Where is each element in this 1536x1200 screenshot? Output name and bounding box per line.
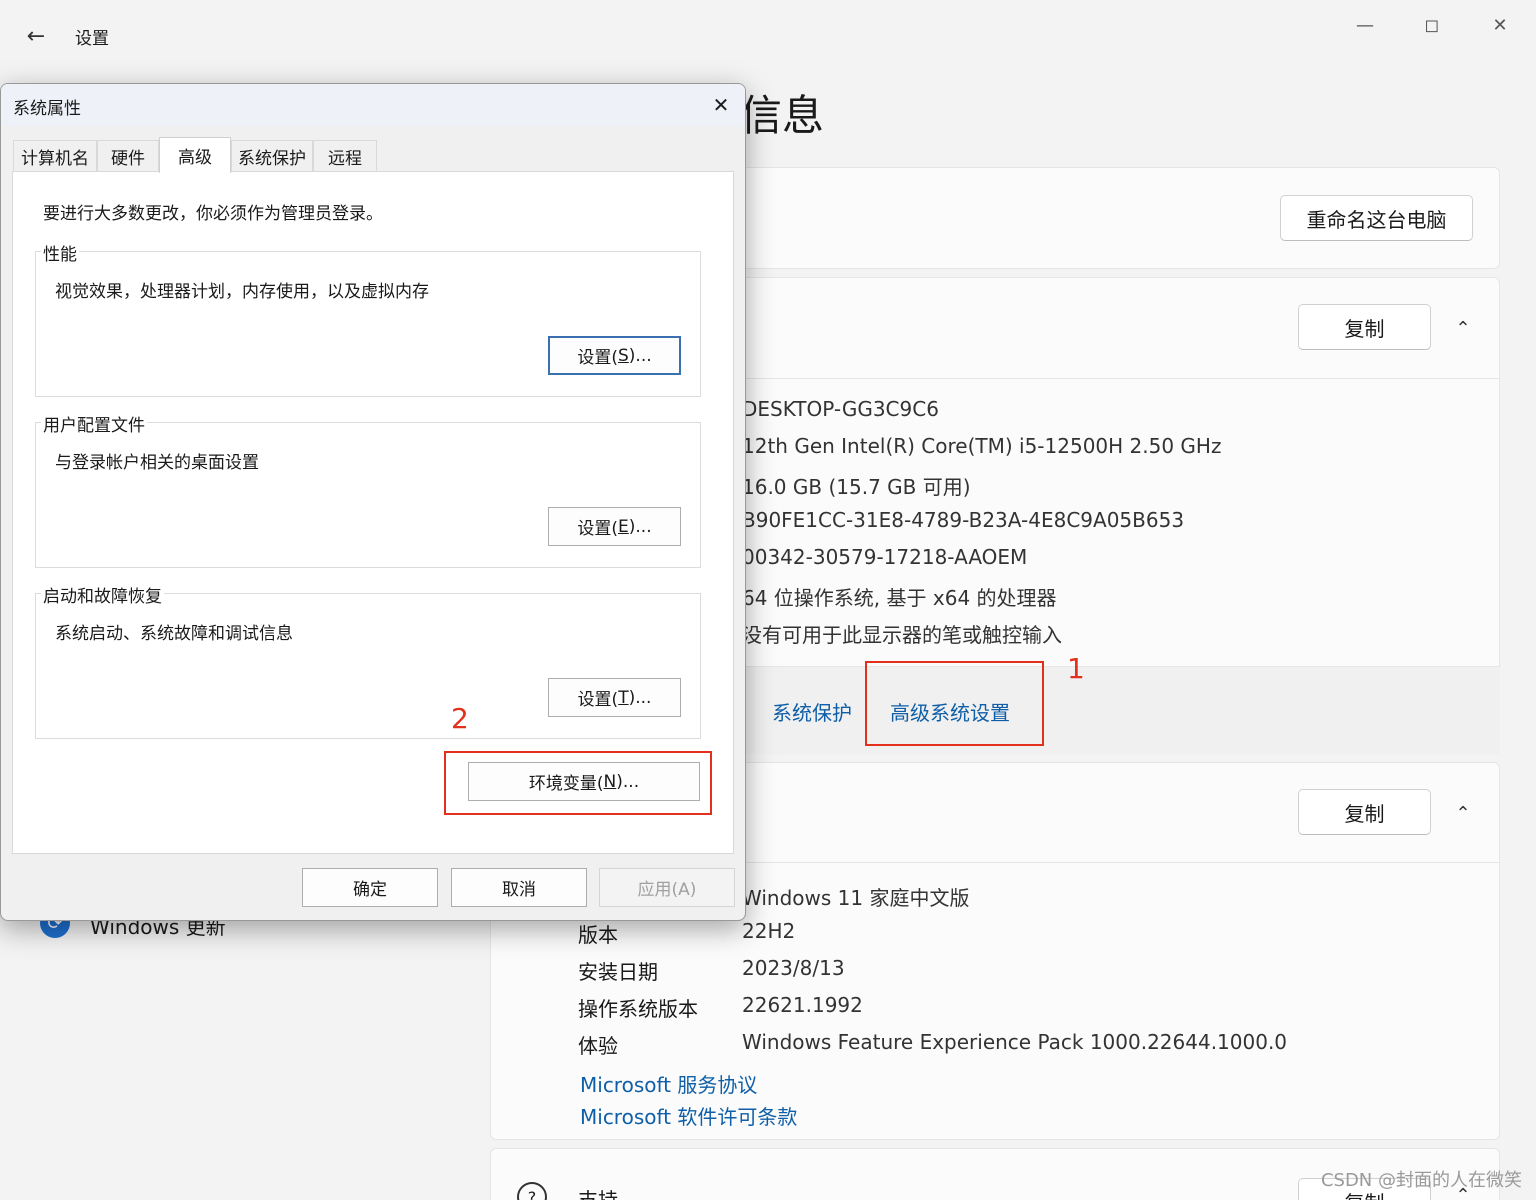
install-date-label: 安装日期 (578, 960, 658, 984)
version-value: 22H2 (742, 919, 796, 943)
version-label: 版本 (578, 923, 618, 947)
device-name-value: DESKTOP-GG3C9C6 (742, 397, 939, 421)
button-label-pre: 设置( (577, 519, 619, 539)
divider (700, 378, 1500, 379)
window-title: 设置 (75, 29, 109, 49)
button-accesskey: S (618, 345, 629, 366)
edition-value: Windows 11 家庭中文版 (742, 886, 970, 910)
admin-note: 要进行大多数更改，你必须作为管理员登录。 (43, 204, 383, 224)
button-label-post: )... (628, 687, 652, 708)
os-build-value: 22621.1992 (742, 993, 863, 1017)
button-label-post: )... (628, 345, 652, 366)
ram-value: 16.0 GB (15.7 GB 可用) (742, 475, 971, 499)
annotation-number-2: 2 (451, 702, 469, 735)
performance-group (35, 251, 701, 397)
maximize-icon[interactable]: ◻ (1417, 10, 1447, 40)
minimize-icon[interactable]: — (1350, 10, 1380, 40)
dialog-close-icon[interactable]: ✕ (707, 91, 735, 119)
cancel-button[interactable]: 取消 (451, 868, 587, 907)
install-date-value: 2023/8/13 (742, 956, 845, 980)
tab-advanced[interactable]: 高级 (159, 137, 231, 173)
startup-recovery-group (35, 593, 701, 739)
button-label-pre: 环境变量( (528, 774, 604, 794)
user-profiles-desc: 与登录帐户相关的桌面设置 (55, 453, 259, 473)
product-id-value: 00342-30579-17218-AAOEM (742, 545, 1028, 569)
tab-hardware[interactable]: 硬件 (97, 140, 159, 172)
watermark: CSDN @封面的人在微笑 (1320, 1170, 1522, 1191)
dialog-title: 系统属性 (13, 99, 81, 119)
annotation-box-1 (865, 661, 1044, 746)
button-accesskey: T (618, 687, 629, 708)
ok-button[interactable]: 确定 (302, 868, 438, 907)
system-protection-link[interactable]: 系统保护 (772, 697, 852, 726)
system-type-value: 64 位操作系统, 基于 x64 的处理器 (742, 586, 1057, 610)
button-accesskey: E (618, 516, 629, 537)
user-profiles-settings-button[interactable]: 设置(E)... (548, 507, 681, 546)
startup-recovery-group-title: 启动和故障恢复 (41, 582, 164, 607)
support-label: 支持 (578, 1188, 618, 1200)
ms-license-terms-link[interactable]: Microsoft 软件许可条款 (580, 1101, 797, 1130)
experience-label: 体验 (578, 1034, 618, 1058)
copy-device-button[interactable]: 复制 (1298, 304, 1431, 350)
button-label-pre: 设置( (577, 690, 619, 710)
tab-computer-name[interactable]: 计算机名 (13, 140, 97, 172)
chevron-up-icon[interactable]: ⌃ (1448, 798, 1478, 828)
button-label-post: )... (628, 516, 652, 537)
chevron-up-icon[interactable]: ⌃ (1448, 313, 1478, 343)
performance-settings-button[interactable]: 设置(S)... (548, 336, 681, 375)
experience-value: Windows Feature Experience Pack 1000.226… (742, 1030, 1288, 1054)
dialog-titlebar (1, 84, 745, 126)
user-profiles-group (35, 422, 701, 568)
button-accesskey: N (603, 771, 617, 792)
processor-value: 12th Gen Intel(R) Core(TM) i5-12500H 2.5… (742, 434, 1222, 458)
tab-system-protection[interactable]: 系统保护 (231, 140, 313, 172)
back-arrow-icon[interactable]: ← (22, 22, 50, 50)
rename-pc-button[interactable]: 重命名这台电脑 (1280, 195, 1473, 241)
button-label-post: )... (616, 771, 640, 792)
page-title: 信息 (740, 91, 825, 140)
performance-group-title: 性能 (41, 240, 79, 265)
button-label-pre: 设置( (577, 348, 618, 368)
user-profiles-group-title: 用户配置文件 (41, 411, 147, 436)
close-icon[interactable]: ✕ (1485, 10, 1515, 40)
os-build-label: 操作系统版本 (578, 997, 698, 1021)
startup-recovery-settings-button[interactable]: 设置(T)... (548, 678, 681, 717)
pen-touch-value: 没有可用于此显示器的笔或触控输入 (742, 623, 1062, 647)
startup-recovery-desc: 系统启动、系统故障和调试信息 (55, 624, 293, 644)
system-properties-dialog: 系统属性 ✕ 计算机名 硬件 高级 系统保护 远程 要进行大多数更改，你必须作为… (0, 83, 746, 921)
environment-variables-button[interactable]: 环境变量(N)... (468, 762, 700, 801)
device-id-value: B90FE1CC-31E8-4789-B23A-4E8C9A05B653 (742, 508, 1185, 532)
annotation-number-1: 1 (1067, 652, 1085, 685)
apply-button[interactable]: 应用(A) (599, 868, 735, 907)
performance-desc: 视觉效果，处理器计划，内存使用，以及虚拟内存 (55, 282, 429, 302)
copy-windows-button[interactable]: 复制 (1298, 789, 1431, 835)
ms-service-agreement-link[interactable]: Microsoft 服务协议 (580, 1069, 757, 1098)
tab-remote[interactable]: 远程 (313, 140, 377, 172)
